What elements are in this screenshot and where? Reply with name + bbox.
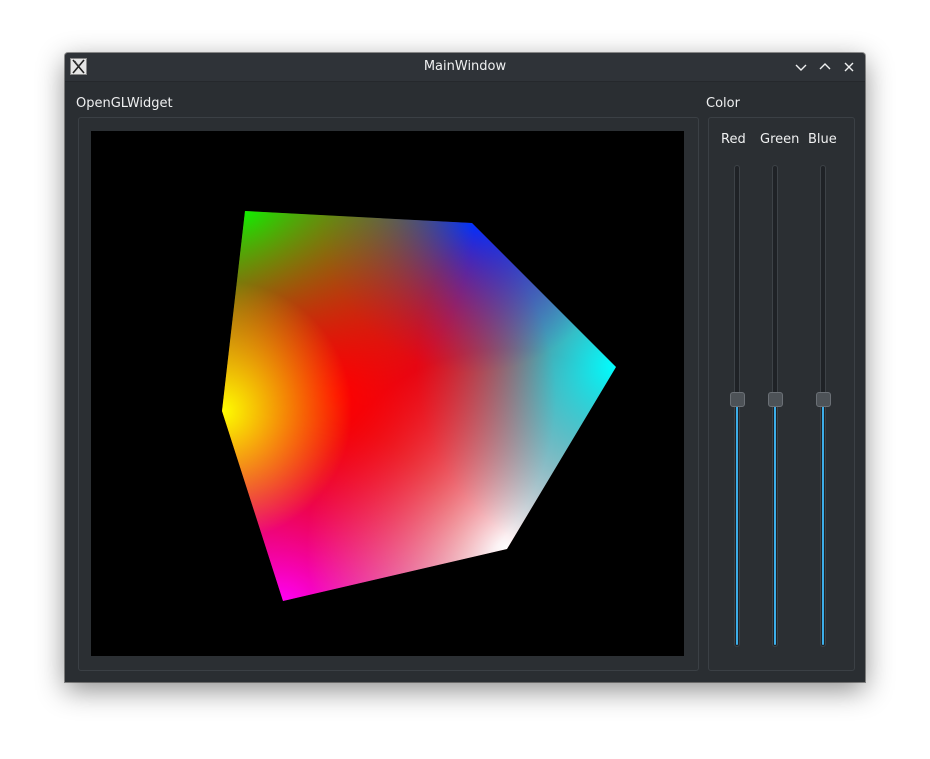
green-slider-label: Green — [760, 132, 800, 147]
main-window: MainWindow OpenGLWidget Color Red Green … — [65, 53, 865, 682]
maximize-icon — [819, 63, 831, 70]
opengl-canvas[interactable] — [91, 131, 684, 656]
window-title: MainWindow — [423, 59, 507, 74]
minimize-icon — [795, 64, 807, 71]
blue-slider-label: Blue — [808, 132, 837, 147]
red-slider-fill — [736, 405, 738, 645]
red-slider-label: Red — [721, 132, 746, 147]
maximize-button[interactable] — [815, 57, 835, 77]
green-slider-handle[interactable] — [768, 392, 783, 407]
color-group-label: Color — [706, 96, 740, 111]
rgb-cube-render — [222, 211, 616, 601]
green-slider-fill — [774, 405, 776, 645]
red-slider-handle[interactable] — [730, 392, 745, 407]
opengl-widget-label: OpenGLWidget — [76, 96, 173, 111]
titlebar[interactable]: MainWindow — [65, 53, 865, 82]
blue-slider-handle[interactable] — [816, 392, 831, 407]
cube-faces — [222, 211, 616, 601]
close-button[interactable] — [839, 57, 859, 77]
close-icon — [844, 62, 854, 72]
minimize-button[interactable] — [791, 57, 811, 77]
blue-slider-fill — [822, 405, 824, 645]
